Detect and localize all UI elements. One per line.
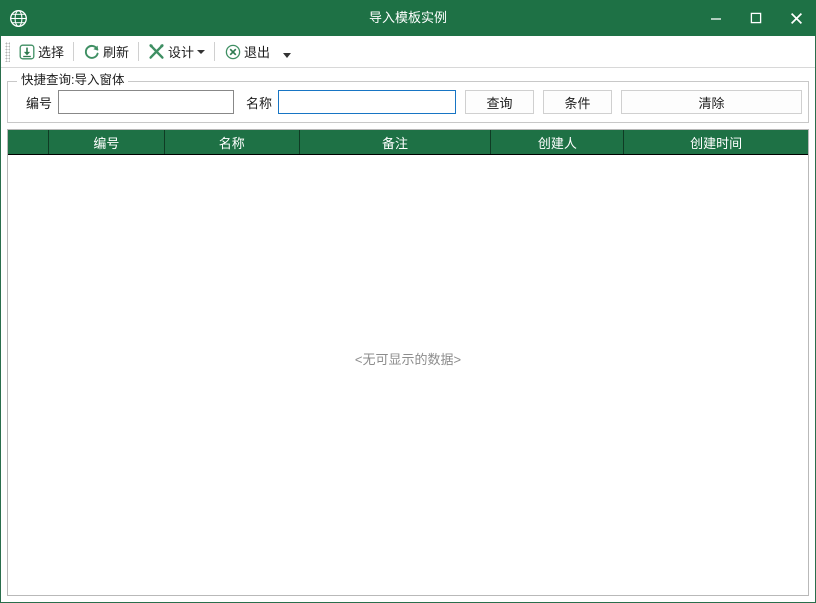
data-grid: 编号 名称 备注 创建人 创建时间 <无可显示的数据> [7, 129, 809, 596]
globe-icon [2, 0, 34, 36]
refresh-icon [83, 43, 100, 60]
empty-data-message: <无可显示的数据> [354, 351, 462, 367]
toolbar-label-design: 设计 [168, 45, 195, 60]
tools-icon [148, 43, 165, 60]
quick-query-groupbox: 快捷查询:导入窗体 编号 名称 查询 条件 清除 [7, 73, 809, 123]
column-header[interactable]: 编号 [49, 130, 165, 154]
quick-query-row: 编号 名称 查询 条件 清除 [14, 90, 802, 114]
maximize-icon[interactable] [736, 0, 776, 36]
label-id: 编号 [26, 95, 53, 111]
chevron-down-icon[interactable] [197, 49, 206, 54]
column-header[interactable]: 备注 [300, 130, 492, 154]
toolbar-button-design[interactable]: 设计 [143, 40, 210, 64]
toolbar-overflow-chevron[interactable] [283, 53, 292, 58]
main-toolbar: 选择 刷新 设计 退出 [1, 36, 815, 68]
toolbar-separator [73, 42, 75, 61]
title-bar: 导入模板实例 [0, 0, 816, 36]
toolbar-separator [138, 42, 140, 61]
toolbar-separator [214, 42, 216, 61]
toolbar-button-select[interactable]: 选择 [13, 40, 69, 64]
toolbar-grip[interactable] [5, 41, 10, 62]
data-grid-body[interactable]: <无可显示的数据> [8, 155, 808, 595]
application-window: 导入模板实例 选择 刷新 设计 退出 快捷查询:导入窗体 编号 名称 查询 条件… [0, 0, 816, 603]
column-header[interactable]: 创建人 [491, 130, 625, 154]
column-header[interactable]: 创建时间 [624, 130, 808, 154]
toolbar-button-refresh[interactable]: 刷新 [78, 40, 134, 64]
toolbar-button-exit[interactable]: 退出 [219, 40, 275, 64]
data-grid-header: 编号 名称 备注 创建人 创建时间 [8, 130, 808, 155]
close-icon[interactable] [776, 0, 816, 36]
minimize-icon[interactable] [696, 0, 736, 36]
close-circle-icon [224, 43, 241, 60]
quick-query-area: 快捷查询:导入窗体 编号 名称 查询 条件 清除 [1, 68, 815, 123]
column-header[interactable]: 名称 [165, 130, 300, 154]
download-box-icon [18, 43, 35, 60]
toolbar-label-select: 选择 [38, 45, 65, 60]
search-input-name[interactable] [278, 90, 457, 114]
window-title: 导入模板实例 [368, 10, 447, 25]
toolbar-label-refresh: 刷新 [103, 45, 130, 60]
toolbar-label-exit: 退出 [244, 45, 271, 60]
query-button[interactable]: 查询 [465, 90, 535, 114]
clear-button[interactable]: 清除 [621, 90, 802, 114]
label-name: 名称 [246, 95, 273, 111]
quick-query-legend: 快捷查询:导入窗体 [17, 73, 129, 88]
search-input-id[interactable] [58, 90, 235, 114]
window-controls [696, 0, 816, 36]
condition-button[interactable]: 条件 [543, 90, 613, 114]
column-header[interactable] [8, 130, 49, 154]
